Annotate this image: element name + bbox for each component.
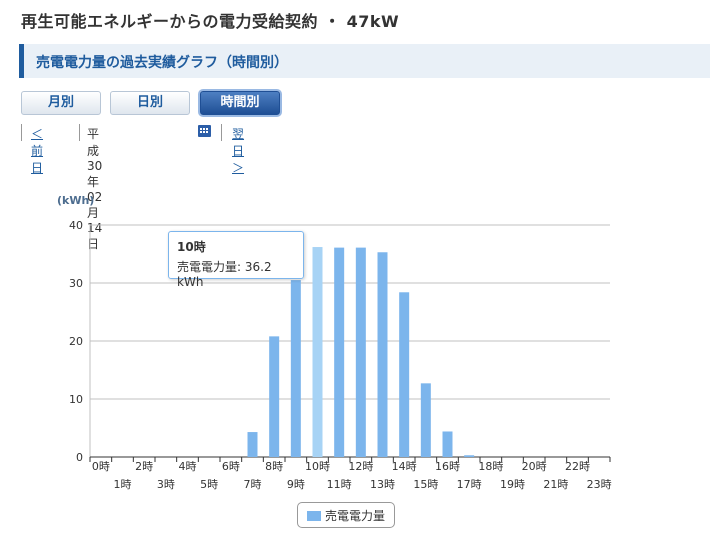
x-tick-label: 14時 (392, 460, 417, 473)
bar (247, 432, 258, 457)
x-tick-label: 22時 (565, 460, 590, 473)
x-tick-label: 20時 (522, 460, 547, 473)
y-tick-label: 0 (76, 451, 83, 464)
tooltip-title: 10時 (177, 240, 206, 254)
bar (399, 292, 410, 457)
y-tick-label: 30 (69, 277, 83, 290)
x-tick-label: 9時 (287, 478, 305, 491)
x-tick-label: 0時 (92, 460, 110, 473)
x-tick-label: 8時 (265, 460, 283, 473)
x-tick-label: 11時 (327, 478, 352, 491)
y-tick-label: 10 (69, 393, 83, 406)
x-tick-label: 1時 (114, 478, 132, 491)
x-tick-label: 13時 (370, 478, 395, 491)
x-tick-label: 7時 (244, 478, 262, 491)
chart-legend[interactable]: 売電電力量 (297, 502, 395, 528)
x-tick-label: 2時 (135, 460, 153, 473)
x-tick-label: 19時 (500, 478, 525, 491)
x-tick-label: 21時 (543, 478, 568, 491)
bar (420, 383, 431, 457)
x-tick-label: 3時 (157, 478, 175, 491)
bar (312, 247, 323, 457)
legend-swatch (307, 511, 321, 521)
tooltip-value: 売電電力量: 36.2 kWh (177, 260, 272, 289)
bar (269, 336, 280, 457)
bar (442, 431, 453, 457)
bar (290, 280, 301, 457)
y-tick-label: 20 (69, 335, 83, 348)
y-tick-label: 40 (69, 219, 83, 232)
x-tick-label: 12時 (348, 460, 373, 473)
x-tick-label: 23時 (587, 478, 612, 491)
x-tick-label: 17時 (457, 478, 482, 491)
bar (355, 247, 366, 457)
bar (464, 455, 475, 457)
x-tick-label: 16時 (435, 460, 460, 473)
legend-label: 売電電力量 (325, 509, 386, 523)
bar (334, 247, 345, 457)
bar (377, 252, 388, 457)
y-axis-label: (kWh) (57, 194, 94, 207)
x-tick-label: 5時 (200, 478, 218, 491)
x-tick-label: 6時 (222, 460, 240, 473)
x-tick-label: 10時 (305, 460, 330, 473)
x-tick-label: 15時 (413, 478, 438, 491)
chart-tooltip: 10時 売電電力量: 36.2 kWh (168, 231, 304, 289)
x-tick-label: 18時 (478, 460, 503, 473)
x-tick-label: 4時 (179, 460, 197, 473)
hourly-bar-chart: (kWh)0102030400時1時2時3時4時5時6時7時8時9時10時11時… (57, 194, 612, 491)
